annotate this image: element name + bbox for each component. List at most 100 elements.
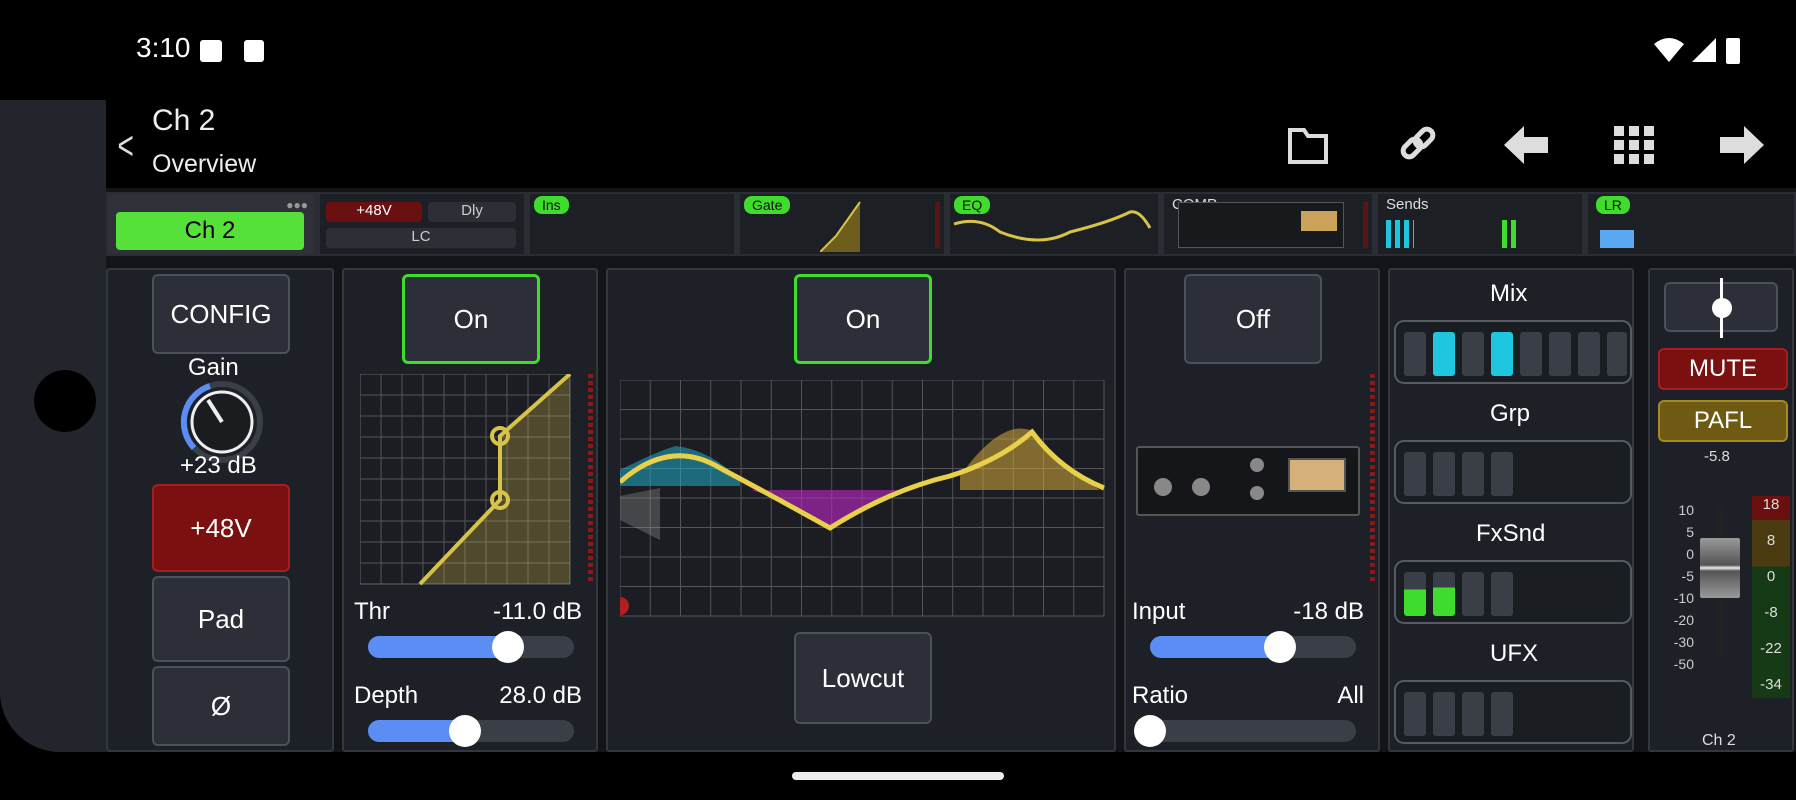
- strip-ins-cell[interactable]: Ins: [530, 194, 734, 254]
- ufx-sends[interactable]: [1394, 680, 1632, 744]
- ratio-slider-handle[interactable]: [1134, 715, 1166, 747]
- gate-meter: [588, 374, 593, 584]
- input-knob-icon: [1154, 478, 1172, 496]
- gate-on-button[interactable]: On: [402, 274, 540, 364]
- meter-scale: 18 8 0 -8 -22 -34: [1752, 496, 1790, 698]
- pafl-button[interactable]: PAFL: [1658, 400, 1788, 442]
- strip-input-cell[interactable]: +48V Dly LC: [320, 194, 524, 254]
- sends-tag: Sends: [1386, 196, 1429, 213]
- comp-mini-meter: [1363, 202, 1368, 248]
- output-knob-icon: [1192, 478, 1210, 496]
- channel-select-button[interactable]: Ch 2: [116, 212, 304, 250]
- gain-value: +23 dB: [180, 452, 257, 479]
- fader-scale-tick: -10: [1673, 590, 1694, 606]
- fxsnd-sends[interactable]: [1394, 560, 1632, 624]
- mix-sends[interactable]: [1394, 320, 1632, 384]
- fader-scale-tick: 5: [1686, 524, 1694, 540]
- meter-scale-tick: -34: [1760, 676, 1782, 693]
- fader-scale-tick: 10: [1678, 502, 1694, 518]
- meter-scale-tick: 8: [1766, 532, 1776, 549]
- eq-graph[interactable]: [620, 380, 1106, 620]
- mute-button[interactable]: MUTE: [1658, 348, 1788, 390]
- thr-value: -11.0 dB: [493, 598, 582, 625]
- channel-title: Ch 2: [152, 104, 216, 137]
- strip-phantom-badge: +48V: [326, 202, 422, 222]
- eq-panel: On Lowcut: [606, 268, 1116, 752]
- comp-mini-unit: [1178, 202, 1344, 248]
- fader-level-value: -5.8: [1704, 448, 1730, 465]
- input-value: -18 dB: [1293, 598, 1364, 625]
- strip-gate-cell[interactable]: Gate: [740, 194, 944, 254]
- status-bar: [0, 0, 1796, 100]
- strip-comp-cell[interactable]: COMP: [1164, 194, 1372, 254]
- fader-scale-tick: 0: [1686, 546, 1694, 562]
- arrow-right-icon[interactable]: [1712, 118, 1772, 172]
- attack-knob-icon: [1250, 458, 1264, 472]
- fader-scale: 10 5 0 -5 -10 -20 -30 -50: [1654, 502, 1694, 672]
- signal-icon: [1692, 38, 1716, 62]
- thr-slider[interactable]: [368, 631, 574, 663]
- gesture-nav-bar[interactable]: [792, 772, 1004, 780]
- gate-tag: Gate: [744, 196, 791, 214]
- wifi-icon: [1654, 38, 1684, 62]
- eq-on-button[interactable]: On: [794, 274, 932, 364]
- phantom-48v-button[interactable]: +48V: [152, 484, 290, 572]
- release-knob-icon: [1250, 486, 1264, 500]
- meter-scale-tick: 0: [1766, 568, 1776, 585]
- strip-delay-badge: Dly: [428, 202, 516, 222]
- grp-sends[interactable]: [1394, 440, 1632, 504]
- config-panel: CONFIG Gain +23 dB +48V Pad Ø: [106, 268, 334, 752]
- input-slider-handle[interactable]: [1263, 631, 1296, 663]
- strip-lr-cell[interactable]: LR: [1588, 194, 1794, 254]
- depth-slider[interactable]: [368, 715, 574, 747]
- vu-meter-icon: [1301, 211, 1337, 231]
- lr-tag: LR: [1596, 196, 1630, 214]
- fader-handle[interactable]: [1700, 538, 1740, 598]
- folder-icon[interactable]: [1278, 118, 1338, 172]
- input-slider-fill: [1150, 636, 1280, 658]
- depth-slider-handle[interactable]: [448, 715, 481, 747]
- peak-limiter-unit: [1136, 446, 1360, 516]
- config-button[interactable]: CONFIG: [152, 274, 290, 354]
- thr-slider-handle[interactable]: [492, 631, 525, 663]
- input-slider[interactable]: [1150, 631, 1356, 663]
- back-chevron-icon[interactable]: <: [118, 124, 134, 169]
- grid-icon[interactable]: [1604, 118, 1664, 172]
- fx-mini-meters: [1502, 220, 1520, 248]
- ratio-slider[interactable]: [1134, 715, 1356, 747]
- page-subtitle: Overview: [152, 150, 257, 178]
- fader-scale-tick: -20: [1673, 612, 1694, 628]
- mix-label: Mix: [1490, 280, 1528, 307]
- ins-tag: Ins: [534, 196, 569, 214]
- meter-scale-tick: 18: [1762, 496, 1780, 513]
- sends-mini-meters: [1386, 220, 1414, 248]
- vu-meter-icon: [1288, 458, 1346, 492]
- fader-scale-tick: -50: [1673, 656, 1694, 672]
- strip-lowcut-badge: LC: [326, 228, 516, 248]
- strip-sends-cell[interactable]: Sends: [1378, 194, 1582, 254]
- arrow-left-icon[interactable]: [1496, 118, 1556, 172]
- link-icon[interactable]: [1388, 118, 1448, 172]
- camera-cutout: [34, 370, 96, 432]
- status-time: 3:10: [136, 32, 191, 63]
- gain-label: Gain: [188, 354, 239, 381]
- pan-control[interactable]: [1664, 278, 1778, 338]
- strip-eq-cell[interactable]: EQ: [950, 194, 1158, 254]
- more-dots-icon: ●●●: [286, 198, 308, 212]
- depth-value: 28.0 dB: [499, 682, 582, 709]
- pad-button[interactable]: Pad: [152, 576, 290, 662]
- notification-a-icon: [200, 40, 222, 62]
- gate-mini-curve: [820, 201, 861, 252]
- comp-off-button[interactable]: Off: [1184, 274, 1322, 364]
- gate-panel: On Thr -11.0 dB Depth 28.0 dB: [342, 268, 598, 752]
- phase-invert-button[interactable]: Ø: [152, 666, 290, 746]
- depth-label: Depth: [354, 682, 419, 709]
- fader-channel-label: Ch 2: [1702, 732, 1736, 749]
- gate-graph[interactable]: [360, 374, 576, 590]
- lowcut-button[interactable]: Lowcut: [794, 632, 932, 724]
- ratio-value: All: [1337, 682, 1364, 709]
- strip-channel-cell: ●●● Ch 2: [108, 194, 314, 254]
- sends-panel: Mix Grp FxSnd UFX: [1388, 268, 1634, 752]
- fader-panel: MUTE PAFL -5.8 10 5 0 -5 -10 -20 -30 -50 18 8 0 -8…: [1648, 268, 1794, 752]
- ufx-label: UFX: [1490, 640, 1538, 667]
